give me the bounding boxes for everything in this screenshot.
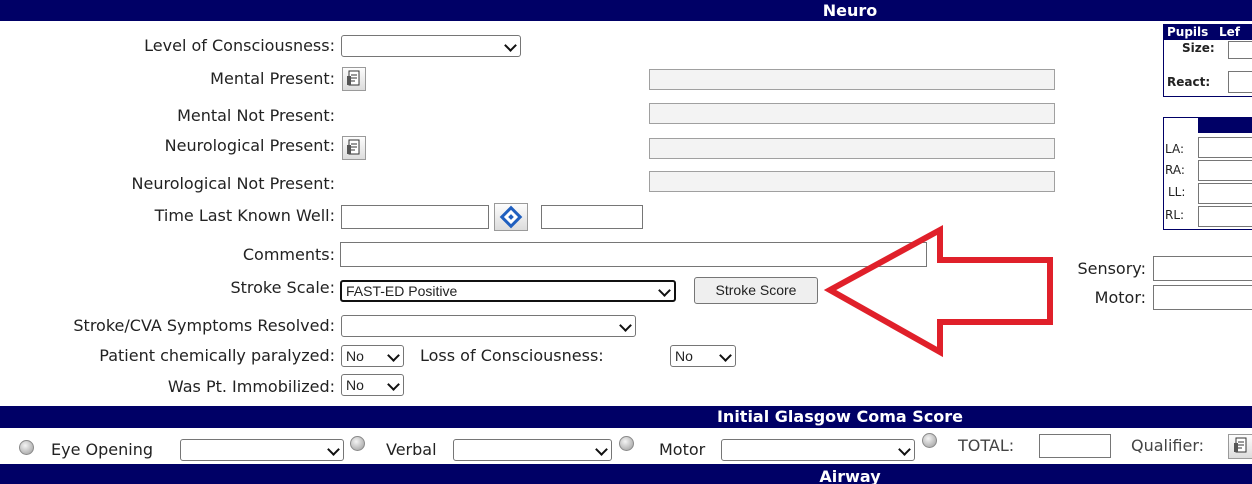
qualifier-notes-button[interactable] xyxy=(1228,434,1252,459)
neurological-not-present-field[interactable] xyxy=(649,171,1055,192)
level-of-consciousness-select[interactable] xyxy=(341,35,521,57)
neurological-not-present-label: Neurological Not Present: xyxy=(131,174,335,193)
notes-icon xyxy=(347,139,360,155)
red-arrow-annotation xyxy=(823,224,1053,358)
eye-opening-label: Eye Opening xyxy=(51,440,153,459)
gcs-motor-label: Motor xyxy=(659,440,706,459)
limbs-box: LA: RA: LL: RL: xyxy=(1163,117,1252,230)
verbal-label: Verbal xyxy=(386,440,437,459)
pupils-header: Pupils Lef xyxy=(1164,25,1252,40)
stroke-resolved-label: Stroke/CVA Symptoms Resolved: xyxy=(73,316,335,335)
airway-header: Airway xyxy=(0,464,1252,484)
calendar-icon xyxy=(499,205,523,229)
verbal-select[interactable] xyxy=(453,439,612,461)
time-last-known-well-time[interactable] xyxy=(541,205,643,229)
limb-ra-input[interactable] xyxy=(1198,160,1252,181)
limb-rl-label: RL: xyxy=(1165,208,1185,222)
pupils-size-left-input[interactable] xyxy=(1228,41,1252,59)
neurological-present-field[interactable] xyxy=(649,138,1055,159)
limb-la-label: LA: xyxy=(1165,142,1185,156)
pupils-react-label: React: xyxy=(1167,75,1211,89)
gcs-header-title: Initial Glasgow Coma Score xyxy=(716,407,964,426)
motor-side-input[interactable] xyxy=(1153,285,1252,310)
chevron-down-icon xyxy=(327,443,340,456)
notes-icon xyxy=(347,70,360,86)
pupils-size-label: Size: xyxy=(1182,41,1215,55)
limb-ra-label: RA: xyxy=(1165,163,1185,177)
stroke-scale-label: Stroke Scale: xyxy=(230,278,335,297)
total-indicator xyxy=(922,433,937,448)
chemically-paralyzed-label: Patient chemically paralyzed: xyxy=(99,346,335,365)
chemically-paralyzed-select[interactable]: No xyxy=(341,345,404,367)
qualifier-label: Qualifier: xyxy=(1131,436,1205,455)
loss-of-consciousness-select[interactable]: No xyxy=(670,345,736,367)
chevron-down-icon xyxy=(595,443,608,456)
total-input xyxy=(1039,434,1111,458)
time-last-known-well-label: Time Last Known Well: xyxy=(154,206,335,225)
pupils-left-column: Lef xyxy=(1219,25,1241,39)
time-last-known-well-date[interactable] xyxy=(341,205,489,229)
chevron-down-icon xyxy=(387,378,400,391)
mental-not-present-field[interactable] xyxy=(649,103,1055,124)
mental-present-label: Mental Present: xyxy=(210,69,335,88)
pupils-react-left-input[interactable] xyxy=(1228,71,1252,93)
chevron-down-icon xyxy=(658,284,671,297)
mental-not-present-label: Mental Not Present: xyxy=(177,106,335,125)
motor-side-label: Motor: xyxy=(1094,288,1146,307)
immobilized-select[interactable]: No xyxy=(341,374,404,396)
neuro-header: Neuro xyxy=(0,0,1252,21)
motor-indicator[interactable] xyxy=(619,436,634,451)
mental-present-notes-button[interactable] xyxy=(342,67,366,91)
comments-label: Comments: xyxy=(242,245,335,264)
limbs-header xyxy=(1198,118,1252,133)
total-label: TOTAL: xyxy=(958,436,1015,455)
limb-la-input[interactable] xyxy=(1198,137,1252,158)
pupils-box: Pupils Lef Size: React: xyxy=(1163,24,1252,97)
stroke-score-button[interactable]: Stroke Score xyxy=(694,277,818,304)
eye-opening-select[interactable] xyxy=(180,439,344,461)
stroke-resolved-select[interactable] xyxy=(341,315,636,337)
sensory-input[interactable] xyxy=(1153,256,1252,281)
limb-rl-input[interactable] xyxy=(1198,206,1252,227)
limb-ll-input[interactable] xyxy=(1198,183,1252,204)
pupils-title: Pupils xyxy=(1167,25,1209,39)
mental-present-field[interactable] xyxy=(649,69,1055,90)
level-of-consciousness-label: Level of Consciousness: xyxy=(144,36,335,55)
limb-ll-label: LL: xyxy=(1168,185,1186,199)
chevron-down-icon xyxy=(619,319,632,332)
immobilized-label: Was Pt. Immobilized: xyxy=(167,377,335,396)
stroke-scale-select[interactable]: FAST-ED Positive xyxy=(340,280,676,302)
neurological-present-label: Neurological Present: xyxy=(164,136,335,155)
chevron-down-icon xyxy=(719,349,732,362)
airway-header-title: Airway xyxy=(819,467,881,484)
gcs-header: Initial Glasgow Coma Score xyxy=(0,406,1252,428)
gcs-motor-select[interactable] xyxy=(721,439,915,461)
sensory-label: Sensory: xyxy=(1077,259,1146,278)
calendar-button[interactable] xyxy=(494,203,528,231)
neuro-header-title: Neuro xyxy=(822,1,878,20)
loss-of-consciousness-label: Loss of Consciousness: xyxy=(420,346,604,365)
eye-opening-indicator[interactable] xyxy=(19,440,34,455)
notes-icon xyxy=(1234,437,1247,453)
chevron-down-icon xyxy=(504,39,517,52)
verbal-indicator[interactable] xyxy=(350,436,365,451)
chevron-down-icon xyxy=(387,349,400,362)
chevron-down-icon xyxy=(898,443,911,456)
neurological-present-notes-button[interactable] xyxy=(342,136,366,160)
